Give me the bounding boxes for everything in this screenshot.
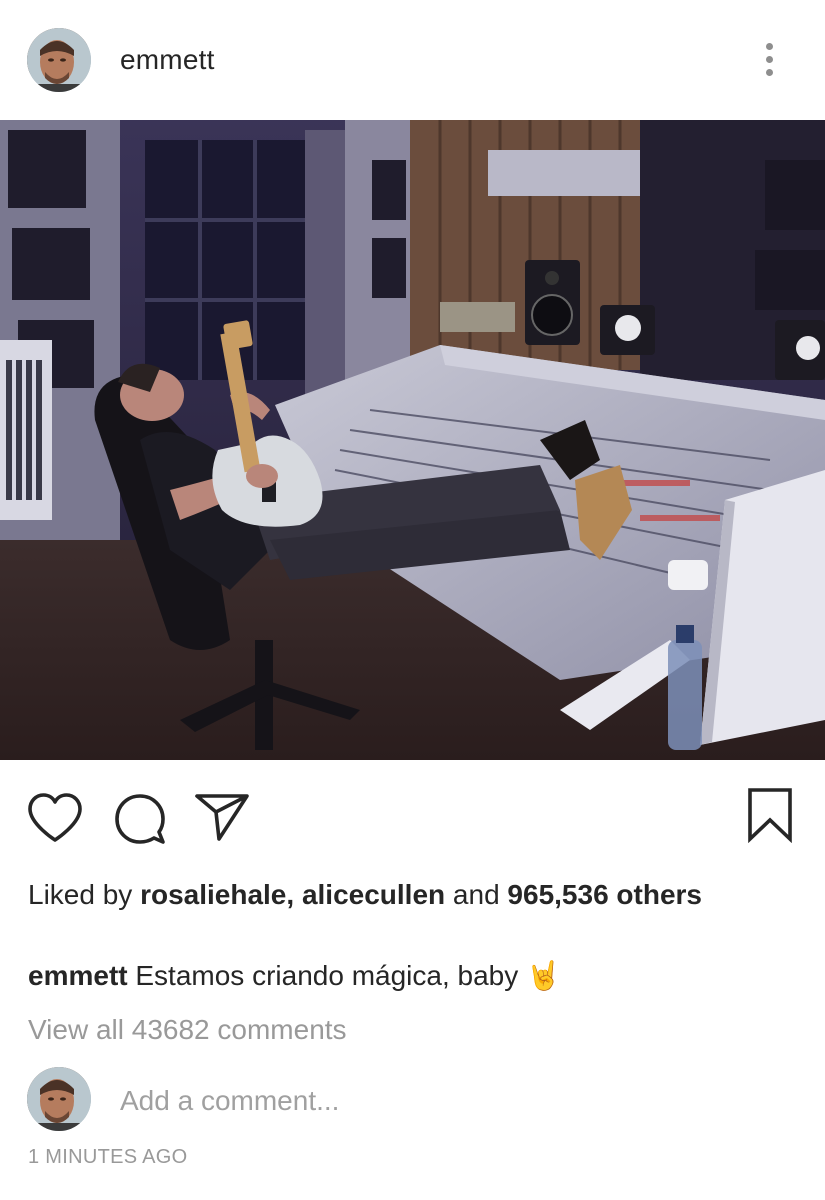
more-vertical-icon-dot: [766, 56, 773, 63]
likes-summary[interactable]: Liked by rosaliehale, alicecullen and 96…: [28, 876, 788, 914]
more-vertical-icon: [766, 43, 773, 50]
avatar-face-icon: [27, 28, 91, 92]
liker-username[interactable]: rosaliehale: [140, 879, 286, 910]
bookmark-icon: [748, 788, 792, 843]
more-options-button[interactable]: [752, 40, 788, 80]
caption-text: Estamos criando mágica, baby: [135, 960, 519, 991]
likes-conjunction: and: [445, 879, 508, 910]
post-caption: emmett Estamos criando mágica, baby 🤘: [28, 956, 798, 996]
like-button[interactable]: [26, 792, 84, 844]
profile-avatar[interactable]: [27, 28, 91, 92]
post-username[interactable]: emmett: [120, 44, 215, 76]
view-all-comments-link[interactable]: View all 43682 comments: [28, 1010, 347, 1050]
likes-prefix: Liked by: [28, 879, 141, 910]
liker-username[interactable]: alicecullen: [302, 879, 445, 910]
likes-count[interactable]: 965,536 others: [507, 879, 702, 910]
likes-separator: ,: [286, 879, 302, 910]
post-timestamp: 1 MINUTES AGO: [28, 1146, 188, 1168]
post-header: emmett: [0, 0, 825, 120]
add-comment-row: [0, 1067, 825, 1137]
comment-icon: [115, 794, 165, 844]
comment-button[interactable]: [113, 792, 167, 846]
avatar-face-icon: [27, 1067, 91, 1131]
save-button[interactable]: [746, 787, 794, 843]
caption-username[interactable]: emmett: [28, 960, 128, 991]
rock-hand-emoji: 🤘: [526, 960, 561, 991]
post-photo[interactable]: [0, 120, 825, 760]
share-button[interactable]: [194, 792, 250, 842]
comment-input[interactable]: [120, 1081, 770, 1121]
current-user-avatar[interactable]: [27, 1067, 91, 1131]
send-icon: [195, 794, 249, 841]
studio-photo-illustration: [0, 120, 825, 760]
action-bar: [0, 775, 825, 855]
more-vertical-icon-dot: [766, 69, 773, 76]
heart-icon: [28, 793, 82, 842]
